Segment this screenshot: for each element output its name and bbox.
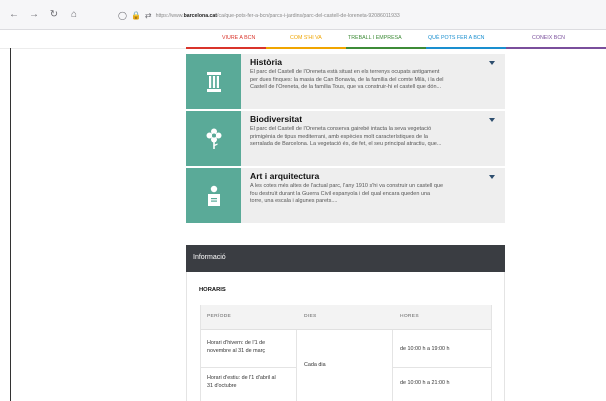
card-tile <box>186 111 241 166</box>
nav-coneix-bcn[interactable]: CONEIX BCN <box>532 35 565 41</box>
card-body: El parc del Castell de l'Oreneta conserv… <box>250 126 442 148</box>
shield-icon: ◯ <box>118 11 127 20</box>
table-border <box>200 305 201 401</box>
nav-color-bar <box>426 47 506 49</box>
nav-com-shi-va[interactable]: COM S'HI VA <box>290 35 322 41</box>
nav-color-bar <box>346 47 426 49</box>
person-icon <box>207 185 220 206</box>
card-title: Art i arquitectura <box>250 171 320 181</box>
nav-que-pots-fer[interactable]: QUÈ POTS FER A BCN <box>428 35 485 41</box>
info-header: Informació <box>186 245 505 272</box>
table-cell-periode: Horari d'hivern: de l'1 de novembre al 3… <box>207 340 266 354</box>
reload-icon[interactable]: ↻ <box>46 7 62 23</box>
card-title: Biodiversitat <box>250 114 303 124</box>
card-biodiversitat[interactable]: Biodiversitat El parc del Castell de l'O… <box>186 111 505 166</box>
back-arrow-icon[interactable]: ← <box>6 7 22 23</box>
horaris-title: HORARIS <box>199 287 226 293</box>
nav-viure-a-bcn[interactable]: VIURE A BCN <box>222 35 255 41</box>
lock-icon: 🔒 <box>130 11 141 20</box>
card-tile <box>186 168 241 223</box>
column-header: HORES <box>400 314 419 319</box>
table-cell-dies: Cada dia <box>304 362 326 368</box>
table-border <box>491 305 492 401</box>
nav-color-bar <box>506 47 606 49</box>
card-title: Història <box>250 57 282 67</box>
home-icon[interactable]: ⌂ <box>66 7 82 23</box>
card-art-i-arquitectura[interactable]: Art i arquitectura A les cotes més altes… <box>186 168 505 223</box>
column-header: DIES <box>304 314 317 319</box>
nav-treball-i-empresa[interactable]: TREBALL I EMPRESA <box>348 35 402 41</box>
url-text: https://www.barcelona.cat/ca/que-pots-fe… <box>155 12 400 19</box>
chevron-down-icon[interactable] <box>489 61 495 65</box>
table-border <box>392 367 492 368</box>
table-border <box>392 330 393 401</box>
column-icon <box>206 71 221 92</box>
chevron-down-icon[interactable] <box>489 175 495 179</box>
table-cell-hores: de 10:00 h a 21:00 h <box>400 380 450 386</box>
table-cell-periode: Horari d'estiu: de l'1 d'abril al 31 d'o… <box>207 375 276 389</box>
column-header: PERÍODE <box>207 314 232 319</box>
card-body: El parc del Castell de l'Oreneta està si… <box>250 69 444 91</box>
nav-color-bar <box>266 47 346 49</box>
table-border <box>296 330 297 401</box>
flower-icon <box>206 128 221 149</box>
chevron-down-icon[interactable] <box>489 118 495 122</box>
card-body: A les cotes més altes de l'actual parc, … <box>250 183 444 205</box>
site-navigation: VIURE A BCN COM S'HI VA TREBALL I EMPRES… <box>0 31 606 49</box>
table-cell-hores: de 10:00 h a 19:00 h <box>400 346 450 352</box>
forward-arrow-icon[interactable]: → <box>26 7 42 23</box>
card-historia[interactable]: Història El parc del Castell de l'Orenet… <box>186 54 505 109</box>
permissions-icon: ⇄ <box>144 11 152 20</box>
url-bar[interactable]: ◯ 🔒 ⇄ https://www.barcelona.cat/ca/que-p… <box>118 7 606 24</box>
nav-color-bar <box>186 47 266 49</box>
info-header-title: Informació <box>193 254 226 261</box>
text-cursor-line <box>10 48 11 401</box>
card-tile <box>186 54 241 109</box>
table-header-row: PERÍODE DIES HORES <box>200 305 492 330</box>
table-border <box>200 367 296 368</box>
